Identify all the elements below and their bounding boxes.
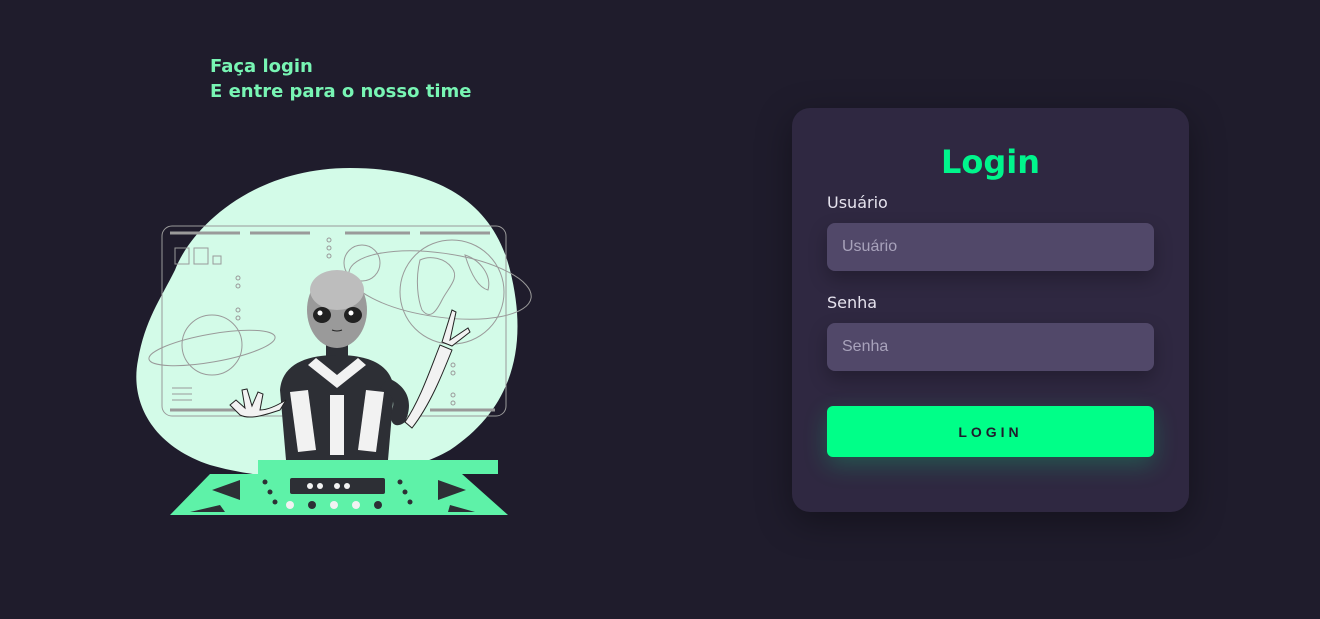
username-label: Usuário [827,193,888,212]
password-input[interactable] [827,323,1154,371]
intro-text: Faça login E entre para o nosso time [210,54,471,104]
login-title: Login [940,143,1041,181]
username-input[interactable] [827,223,1154,271]
login-page: Faça login E entre para o nosso time Log… [0,0,1320,619]
alien-illustration [136,168,532,515]
intro-subtitle: E entre para o nosso time [210,81,472,102]
control-panel [170,460,508,515]
login-card: Login Usuário Senha LOGIN [792,108,1189,512]
intro-title: Faça login [210,56,313,77]
login-button[interactable]: LOGIN [827,406,1154,457]
password-label: Senha [827,293,878,312]
